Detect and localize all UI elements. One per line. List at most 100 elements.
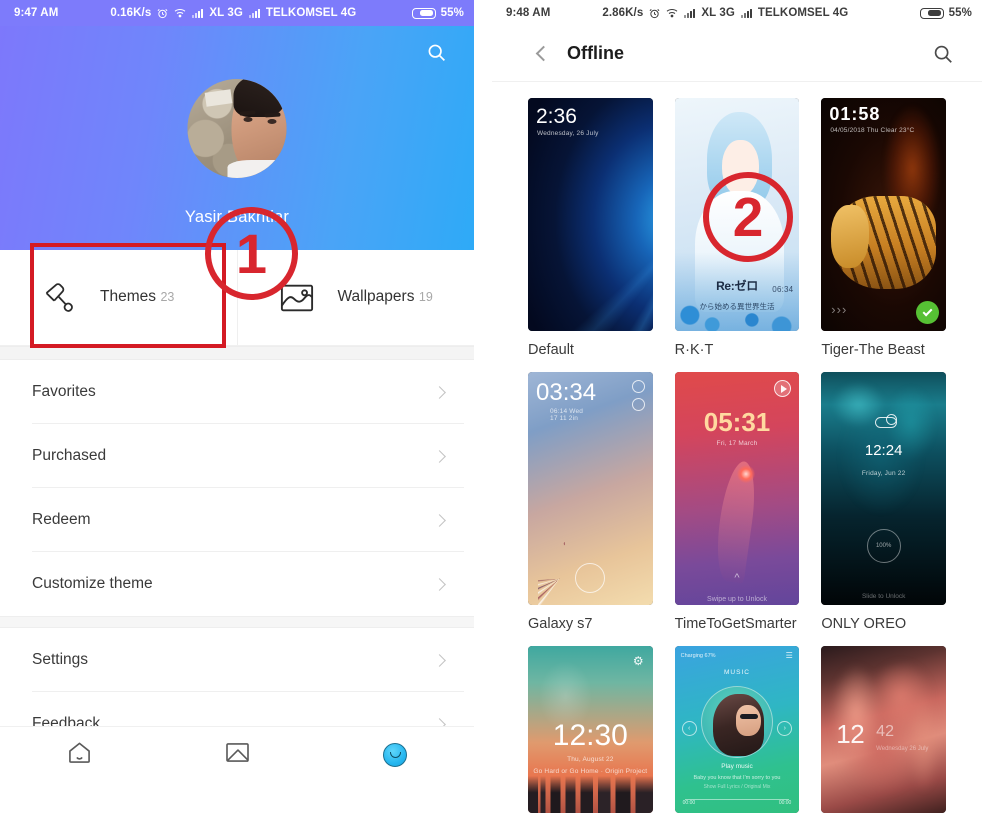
theme-thumbnail-rkt[interactable]: Re:ゼロ から始める異世界生活 06:34 xyxy=(674,98,800,331)
status-bar-right: 9:48 AM 2.86K/s XL 3G TELKOMSEL 4G 55% xyxy=(492,0,982,26)
chevron-right-icon xyxy=(433,653,446,667)
profile-header: Yasir Bakhtiar xyxy=(0,26,474,250)
paint-roller-icon xyxy=(38,278,80,318)
menu-item-favorites[interactable]: Favorites xyxy=(0,360,474,424)
signal-bars-icon-2 xyxy=(740,8,752,18)
theme-thumbnail-city[interactable]: ⚙ 12:30 Thu, August 22 Go Hard or Go Hom… xyxy=(528,646,653,813)
category-title: Wallpapers xyxy=(337,288,415,306)
status-time: 9:47 AM xyxy=(14,7,59,19)
menu-icon: ☰ xyxy=(785,651,794,660)
menu-label: Settings xyxy=(32,651,89,668)
theme-thumbnail-oreo[interactable]: 100% Slide to Unlock 12:24 Friday, Jun 2… xyxy=(821,372,946,605)
menu-item-settings[interactable]: Settings xyxy=(0,628,474,692)
swipe-hint: ››› xyxy=(831,302,848,318)
thumb-clock: 01:58 xyxy=(829,104,881,124)
menu-label: Purchased xyxy=(32,447,107,464)
nav-wallpapers[interactable] xyxy=(158,727,316,782)
signal-bars-icon-1 xyxy=(684,8,696,18)
nav-home[interactable] xyxy=(0,727,158,782)
menu-label: Customize theme xyxy=(32,575,153,592)
theme-thumbnail-smarter[interactable]: ^ Swipe up to Unlock 05:31 Fri, 17 March xyxy=(674,372,800,605)
profile-circle-icon xyxy=(383,742,407,767)
app-bar: Offline xyxy=(492,26,982,82)
status-time: 9:48 AM xyxy=(506,7,551,19)
theme-cell: Re:ゼロ から始める異世界生活 06:34 R·K·T xyxy=(674,98,800,358)
category-wallpapers[interactable]: Wallpapers 19 xyxy=(236,250,475,345)
thumb-clock: 12:24 xyxy=(864,441,903,459)
music-icon xyxy=(631,398,645,411)
weather-cloud-icon xyxy=(871,413,897,428)
theme-cell: 100% Slide to Unlock 12:24 Friday, Jun 2… xyxy=(821,372,946,632)
thumb-caption: Play music xyxy=(721,762,753,770)
gear-icon xyxy=(631,380,645,393)
menu-label: Favorites xyxy=(32,383,96,400)
themes-profile-screen: 9:47 AM 0.16K/s XL 3G TELKOMSEL 4G 55% Y… xyxy=(0,0,474,815)
thumb-date: Thu, August 22 xyxy=(567,756,614,764)
theme-cell: ››› 01:58 04/05/2018 Thu Clear 23°C Tige… xyxy=(821,98,946,358)
status-bar-left: 9:47 AM 0.16K/s XL 3G TELKOMSEL 4G 55% xyxy=(0,0,474,26)
time-end: 00:00 xyxy=(778,800,792,807)
theme-thumbnail-tiger[interactable]: ››› 01:58 04/05/2018 Thu Clear 23°C xyxy=(821,98,946,331)
menu-item-customize-theme[interactable]: Customize theme xyxy=(0,552,474,616)
thumb-clock: 05:31 xyxy=(703,406,771,437)
gear-icon: ⚙ xyxy=(632,654,644,668)
time-start: 00:00 xyxy=(682,800,696,807)
thumb-date: 04/05/2018 Thu Clear 23°C xyxy=(830,127,915,134)
thumb-quote: Go Hard or Go Home · Origin Project xyxy=(533,767,648,775)
avatar[interactable] xyxy=(187,79,287,178)
signal-bars-icon-1 xyxy=(192,8,204,18)
thumb-jp-text: から始める異世界生活 xyxy=(699,302,775,312)
thumb-date: 06:14 Wed 17 11 2in xyxy=(550,408,584,422)
alarm-icon xyxy=(157,8,168,19)
play-icon xyxy=(774,380,792,397)
next-icon: › xyxy=(777,721,793,737)
home-icon xyxy=(67,741,92,769)
back-chevron-icon[interactable] xyxy=(535,45,552,62)
wallpaper-icon xyxy=(225,742,250,768)
swipe-up-icon: ^ xyxy=(734,572,740,585)
thumb-date: Wednesday 26 July xyxy=(876,746,929,753)
category-title: Themes xyxy=(100,288,156,306)
thumb-charging-status: Charging 67% xyxy=(680,652,716,659)
thumb-lyric-1: Baby you know that I'm sorry to you xyxy=(693,775,781,782)
search-icon[interactable] xyxy=(932,43,954,65)
image-icon xyxy=(276,278,318,318)
menu-item-redeem[interactable]: Redeem xyxy=(0,488,474,552)
theme-thumbnail-default[interactable]: 2:36 Wednesday, 26 July xyxy=(528,98,653,331)
thumb-clock: 12 xyxy=(836,719,865,750)
menu-group-primary: Favorites Purchased Redeem Customize the… xyxy=(0,360,474,616)
status-net-speed: 0.16K/s xyxy=(110,7,152,19)
theme-cell: 12 42 Wednesday 26 July xyxy=(821,646,946,815)
chevron-right-icon xyxy=(433,577,446,591)
theme-cell: ⚙ 12:30 Thu, August 22 Go Hard or Go Hom… xyxy=(528,646,653,815)
wifi-icon xyxy=(666,8,678,18)
screenshot-root: 9:47 AM 0.16K/s XL 3G TELKOMSEL 4G 55% Y… xyxy=(0,0,982,815)
theme-grid: 2:36 Wednesday, 26 July Default Re:ゼロ から… xyxy=(492,82,982,815)
chevron-right-icon xyxy=(433,513,446,527)
theme-name: R·K·T xyxy=(674,342,714,358)
chevron-right-icon xyxy=(433,385,446,399)
thumb-clock: 2:36 xyxy=(536,105,577,128)
applied-badge xyxy=(915,301,939,324)
section-divider xyxy=(0,346,474,360)
thumb-lyric-2: Show Full Lyrics / Original Mix xyxy=(703,783,771,790)
menu-item-purchased[interactable]: Purchased xyxy=(0,424,474,488)
thumb-footer: Slide to Unlock xyxy=(861,593,906,601)
user-name: Yasir Bakhtiar xyxy=(184,208,290,226)
theme-thumbnail-roses[interactable]: 12 42 Wednesday 26 July xyxy=(821,646,946,813)
theme-thumbnail-galaxy[interactable]: 03:34 06:14 Wed 17 11 2in xyxy=(528,372,653,605)
theme-thumbnail-music[interactable]: Charging 67% ☰ MUSIC ‹ › Play music Baby… xyxy=(674,646,800,813)
thumb-clock: 06:34 xyxy=(772,284,794,294)
category-count: 19 xyxy=(418,290,433,305)
status-sim2: TELKOMSEL 4G xyxy=(265,7,357,19)
category-count: 23 xyxy=(160,290,175,305)
nav-me[interactable] xyxy=(316,727,474,782)
progress-bar xyxy=(684,798,790,800)
panel-spacer xyxy=(474,0,492,815)
menu-label: Redeem xyxy=(32,511,91,528)
theme-name: Default xyxy=(528,342,574,358)
prev-icon: ‹ xyxy=(681,721,697,737)
category-themes[interactable]: Themes 23 xyxy=(0,250,237,345)
search-icon[interactable] xyxy=(422,38,450,66)
offline-themes-screen: 9:48 AM 2.86K/s XL 3G TELKOMSEL 4G 55% O… xyxy=(492,0,982,815)
